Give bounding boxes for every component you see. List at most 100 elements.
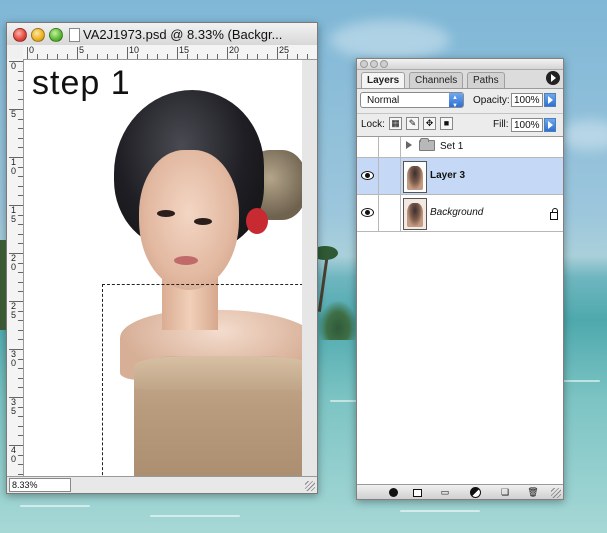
ruler-tick bbox=[18, 99, 23, 101]
ruler-origin[interactable] bbox=[7, 45, 24, 60]
ruler-tick bbox=[217, 54, 218, 59]
lock-all-icon[interactable]: ■ bbox=[440, 117, 453, 130]
tab-layers[interactable]: Layers bbox=[361, 72, 406, 88]
layer-thumbnail[interactable] bbox=[403, 161, 427, 193]
visibility-toggle[interactable] bbox=[357, 137, 379, 157]
layer-thumbnail[interactable] bbox=[403, 198, 427, 230]
layers-palette: Layers Channels Paths Normal Opacity: 10… bbox=[356, 58, 564, 500]
ruler-tick bbox=[67, 54, 68, 59]
palette-zoom-button[interactable] bbox=[380, 60, 388, 68]
palette-resize-grip[interactable] bbox=[551, 488, 561, 498]
new-set-icon[interactable]: ▭ bbox=[437, 486, 453, 498]
ruler-tick bbox=[18, 339, 23, 341]
ruler-label: 0 bbox=[29, 45, 35, 55]
link-toggle[interactable] bbox=[379, 137, 401, 157]
add-mask-icon[interactable] bbox=[409, 486, 425, 498]
ruler-tick bbox=[18, 406, 23, 408]
palette-tabs: Layers Channels Paths bbox=[357, 70, 563, 89]
fill-slider-arrow-icon[interactable] bbox=[544, 118, 556, 132]
cloud bbox=[560, 120, 607, 150]
document-proxy-icon[interactable] bbox=[69, 28, 80, 42]
ruler-tick bbox=[227, 47, 228, 59]
lock-label: Lock: bbox=[361, 119, 385, 130]
ruler-tick bbox=[18, 195, 23, 197]
fill-field[interactable]: 100% bbox=[511, 118, 543, 132]
ruler-tick bbox=[18, 464, 23, 466]
lock-position-icon[interactable]: ✥ bbox=[423, 117, 436, 130]
palette-minimize-button[interactable] bbox=[370, 60, 378, 68]
document-canvas[interactable]: step 1 bbox=[24, 60, 302, 476]
ruler-tick bbox=[157, 54, 158, 59]
visibility-toggle[interactable] bbox=[357, 195, 379, 231]
fill-label: Fill: bbox=[493, 119, 509, 130]
ruler-tick bbox=[18, 454, 23, 456]
ruler-label: 4 0 bbox=[10, 445, 16, 464]
lock-image-icon[interactable]: ✎ bbox=[406, 117, 419, 130]
new-layer-icon[interactable]: ❏ bbox=[497, 486, 513, 498]
ruler-tick bbox=[297, 54, 298, 59]
palette-menu-arrow-icon[interactable] bbox=[546, 71, 560, 85]
ruler-tick bbox=[267, 54, 268, 59]
ruler-tick bbox=[18, 214, 23, 216]
ruler-tick bbox=[18, 224, 23, 226]
ruler-tick bbox=[247, 54, 248, 59]
resize-grip[interactable] bbox=[305, 481, 315, 491]
layer-row-set-1[interactable]: Set 1 bbox=[357, 137, 563, 158]
eye-icon bbox=[361, 208, 374, 217]
ruler-tick bbox=[18, 243, 23, 245]
layer-row-background[interactable]: Background bbox=[357, 195, 563, 232]
ruler-tick bbox=[18, 329, 23, 331]
blend-mode-select[interactable]: Normal bbox=[360, 90, 464, 114]
ruler-tick bbox=[167, 54, 168, 59]
visibility-toggle[interactable] bbox=[357, 158, 379, 194]
palette-titlebar[interactable] bbox=[357, 59, 563, 70]
ruler-tick bbox=[18, 118, 23, 120]
face bbox=[139, 150, 239, 290]
ruler-tick bbox=[18, 137, 23, 139]
ruler-label: 3 0 bbox=[10, 349, 16, 368]
ruler-tick bbox=[18, 416, 23, 418]
lock-transparency-icon[interactable]: ▦ bbox=[389, 117, 402, 130]
ruler-tick bbox=[18, 291, 23, 293]
ruler-label: 5 bbox=[79, 45, 85, 55]
expand-triangle-icon[interactable] bbox=[406, 141, 412, 149]
zoom-button[interactable] bbox=[49, 28, 63, 42]
link-toggle[interactable]: ✐ bbox=[379, 158, 416, 194]
palette-close-button[interactable] bbox=[360, 60, 368, 68]
ruler-label: 25 bbox=[279, 45, 290, 55]
add-layer-style-icon[interactable] bbox=[385, 486, 401, 498]
ruler-tick bbox=[18, 425, 23, 427]
tab-channels[interactable]: Channels bbox=[409, 72, 464, 88]
ruler-tick bbox=[77, 47, 78, 59]
ruler-tick bbox=[18, 358, 23, 360]
layer-row-layer-3[interactable]: ✐ Layer 3 bbox=[357, 158, 563, 195]
new-adjustment-layer-icon[interactable] bbox=[467, 486, 483, 499]
close-button[interactable] bbox=[13, 28, 27, 42]
palette-bottom-bar: ▭ ❏ 🗑 bbox=[357, 484, 563, 499]
zoom-level-field[interactable]: 8.33% bbox=[9, 478, 71, 492]
ruler-label: 15 bbox=[179, 45, 190, 55]
ruler-tick bbox=[147, 54, 148, 59]
document-window: VA2J1973.psd @ 8.33% (Backgr... 0 5 10 15 20… bbox=[6, 22, 318, 494]
right-eye bbox=[194, 218, 212, 225]
ruler-tick bbox=[18, 147, 23, 149]
ruler-tick bbox=[18, 233, 23, 235]
marquee-selection[interactable] bbox=[102, 284, 302, 476]
document-titlebar[interactable]: VA2J1973.psd @ 8.33% (Backgr... bbox=[7, 23, 317, 46]
trash-icon[interactable]: 🗑 bbox=[525, 486, 541, 498]
ruler-tick bbox=[18, 320, 23, 322]
red-flower bbox=[246, 208, 268, 234]
ruler-tick bbox=[18, 387, 23, 389]
opacity-field[interactable]: 100% bbox=[511, 93, 543, 107]
ruler-tick bbox=[97, 54, 98, 59]
ruler-tick bbox=[27, 47, 28, 59]
ruler-tick bbox=[18, 176, 23, 178]
ruler-tick bbox=[18, 473, 23, 475]
ruler-tick bbox=[18, 368, 23, 370]
horizontal-ruler[interactable]: 0 5 10 15 20 25 bbox=[23, 45, 317, 60]
vertical-ruler[interactable]: 0 5 1 0 1 5 2 0 2 5 3 0 3 5 4 0 bbox=[7, 59, 24, 477]
opacity-slider-arrow-icon[interactable] bbox=[544, 93, 556, 107]
minimize-button[interactable] bbox=[31, 28, 45, 42]
tab-paths[interactable]: Paths bbox=[467, 72, 505, 88]
link-toggle[interactable] bbox=[379, 195, 401, 231]
